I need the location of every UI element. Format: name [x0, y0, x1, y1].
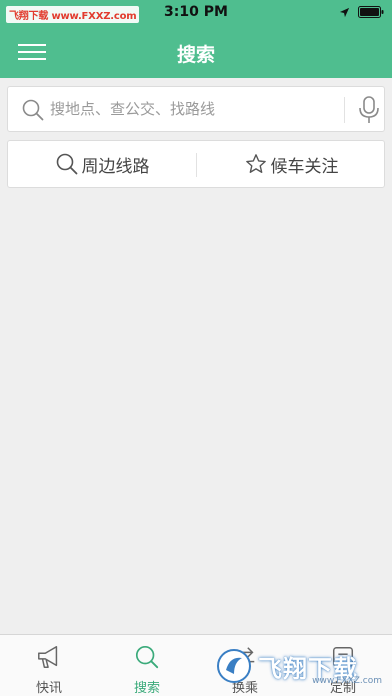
bottom-tab-search[interactable]: 搜索 — [98, 635, 196, 696]
location-arrow-icon — [339, 7, 350, 17]
menu-button[interactable] — [18, 40, 46, 64]
search-icon — [56, 153, 77, 175]
tab-label: 候车关注 — [270, 156, 339, 177]
menu-icon-line — [18, 51, 46, 53]
star-icon — [245, 154, 266, 173]
search-icon — [135, 645, 159, 669]
tab-waiting-watch[interactable]: 候车关注 — [197, 141, 386, 187]
status-bar: 飞翔下载 www.FXXZ.com 3:10 PM — [0, 0, 392, 26]
bottom-tab-news[interactable]: 快讯 — [0, 635, 98, 696]
bottom-tab-label: 换乘 — [231, 681, 258, 696]
tab-nearby-lines[interactable]: 周边线路 — [8, 141, 197, 187]
content-area — [0, 196, 392, 634]
bottom-tab-transfer[interactable]: 换乘 — [196, 635, 294, 696]
custom-icon — [332, 646, 354, 668]
menu-icon-line — [18, 58, 46, 60]
battery-icon — [358, 6, 384, 18]
search-divider — [344, 97, 345, 123]
tab-label: 周边线路 — [81, 156, 150, 177]
status-indicators — [339, 6, 384, 18]
status-time: 3:10 PM — [164, 4, 228, 20]
bottom-tab-label: 快讯 — [35, 681, 62, 696]
microphone-icon[interactable] — [358, 96, 380, 124]
bottom-tab-bar: 快讯 搜索 换乘 定制 — [0, 634, 392, 696]
transfer-icon — [235, 647, 255, 667]
bottom-tab-label: 搜索 — [133, 681, 160, 696]
page-title: 搜索 — [176, 44, 215, 66]
bottom-tab-label: 定制 — [329, 681, 356, 696]
bottom-tab-custom[interactable]: 定制 — [294, 635, 392, 696]
search-icon — [22, 99, 44, 121]
quick-tabs: 周边线路 候车关注 — [7, 140, 385, 188]
menu-icon-line — [18, 44, 46, 46]
search-bar — [7, 86, 385, 132]
megaphone-icon — [38, 646, 58, 668]
search-input[interactable] — [50, 95, 330, 123]
nav-bar: 搜索 — [0, 26, 392, 78]
